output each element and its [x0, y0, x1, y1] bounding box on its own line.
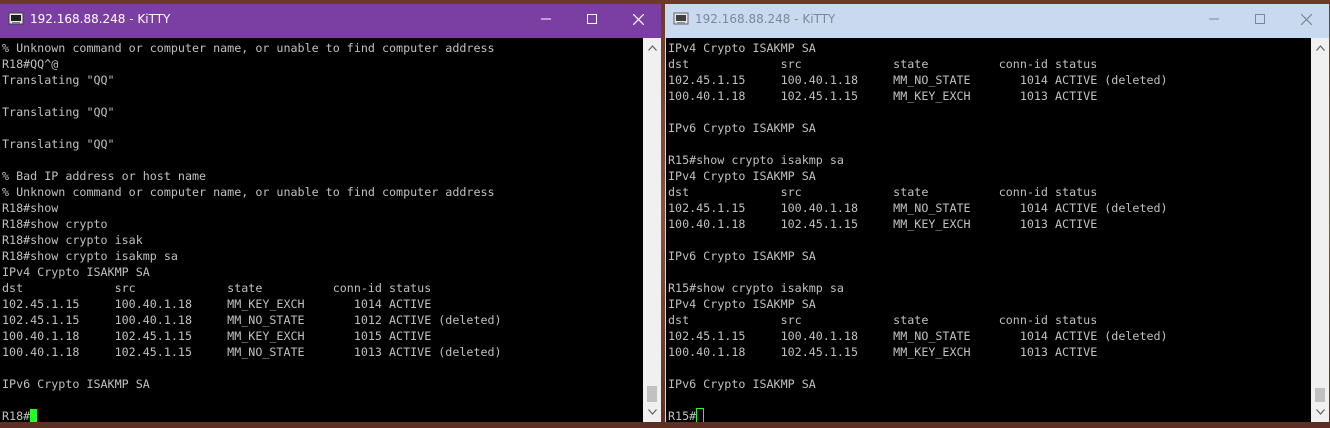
terminal-line: 102.45.1.15 100.40.1.18 MM_KEY_EXCH 1014… — [2, 297, 432, 311]
chevron-up-icon — [1315, 45, 1325, 51]
terminal-window-right[interactable]: 192.168.88.248 - KiTTY IPv4 Crypto ISAKM… — [665, 4, 1329, 422]
terminal-line: R18#show crypto isakmp sa — [2, 249, 178, 263]
terminal-output[interactable]: IPv4 Crypto ISAKMP SA dst src state conn… — [666, 38, 1311, 422]
close-icon — [1300, 13, 1312, 25]
maximize-button[interactable] — [1237, 4, 1283, 34]
terminal-line: dst src state conn-id status — [2, 281, 432, 295]
terminal-text: % Unknown command or computer name, or u… — [0, 38, 643, 422]
close-button[interactable] — [1283, 4, 1329, 34]
terminal-line: R18#show crypto isak — [2, 233, 143, 247]
terminal-line: 100.40.1.18 102.45.1.15 MM_NO_STATE 1013… — [2, 345, 502, 359]
terminal-line: dst src state conn-id status — [668, 185, 1098, 199]
terminal-line: IPv6 Crypto ISAKMP SA — [668, 121, 816, 135]
terminal-window-left[interactable]: 192.168.88.248 - KiTTY % Unknown command… — [0, 4, 661, 422]
terminal-line: IPv6 Crypto ISAKMP SA — [2, 377, 150, 391]
terminal-line: 100.40.1.18 102.45.1.15 MM_KEY_EXCH 1015… — [2, 329, 432, 343]
terminal-line: % Unknown command or computer name, or u… — [2, 185, 495, 199]
terminal-line: 100.40.1.18 102.45.1.15 MM_KEY_EXCH 1013… — [668, 217, 1098, 231]
maximize-icon — [587, 14, 597, 24]
minimize-icon — [1209, 18, 1219, 20]
terminal-text: IPv4 Crypto ISAKMP SA dst src state conn… — [666, 38, 1311, 422]
maximize-icon — [1255, 14, 1265, 24]
terminal-line: % Unknown command or computer name, or u… — [2, 41, 495, 55]
terminal-line: IPv4 Crypto ISAKMP SA — [668, 169, 816, 183]
terminal-line: 100.40.1.18 102.45.1.15 MM_KEY_EXCH 1013… — [668, 89, 1098, 103]
chevron-down-icon — [647, 409, 657, 415]
scroll-down-button[interactable] — [643, 404, 661, 420]
terminal-line: IPv4 Crypto ISAKMP SA — [2, 265, 150, 279]
terminal-line: dst src state conn-id status — [668, 313, 1098, 327]
terminal-line: IPv4 Crypto ISAKMP SA — [668, 297, 816, 311]
chevron-down-icon — [1315, 409, 1325, 415]
close-icon — [632, 13, 644, 25]
title-bar[interactable]: 192.168.88.248 - KiTTY — [0, 4, 661, 34]
vertical-scrollbar[interactable] — [643, 38, 661, 422]
text-cursor — [696, 408, 705, 422]
minimize-button[interactable] — [1191, 4, 1237, 34]
scroll-up-button[interactable] — [643, 40, 661, 56]
terminal-line: IPv6 Crypto ISAKMP SA — [668, 377, 816, 391]
terminal-line: R18#show — [2, 201, 59, 215]
terminal-output[interactable]: % Unknown command or computer name, or u… — [0, 38, 643, 422]
terminal-line: dst src state conn-id status — [668, 57, 1098, 71]
terminal-lines: % Unknown command or computer name, or u… — [2, 41, 502, 391]
scrollbar-thumb[interactable] — [647, 386, 657, 402]
scroll-down-button[interactable] — [1311, 404, 1329, 420]
minimize-icon — [541, 18, 551, 20]
text-cursor — [30, 409, 38, 422]
terminal-line: R15#show crypto isakmp sa — [668, 153, 844, 167]
terminal-line: IPv4 Crypto ISAKMP SA — [668, 41, 816, 55]
close-button[interactable] — [615, 4, 661, 34]
command-prompt: R18# — [2, 409, 31, 422]
kitty-terminal-icon[interactable] — [673, 11, 689, 26]
terminal-line: IPv6 Crypto ISAKMP SA — [668, 249, 816, 263]
terminal-line: 102.45.1.15 100.40.1.18 MM_NO_STATE 1014… — [668, 73, 1168, 87]
window-title: 192.168.88.248 - KiTTY — [30, 12, 171, 26]
terminal-line: Translating "QQ" — [2, 73, 115, 87]
terminal-line: 102.45.1.15 100.40.1.18 MM_NO_STATE 1014… — [668, 201, 1168, 215]
minimize-button[interactable] — [523, 4, 569, 34]
terminal-line: R15#show crypto isakmp sa — [668, 281, 844, 295]
vertical-scrollbar[interactable] — [1311, 38, 1329, 422]
title-bar[interactable]: 192.168.88.248 - KiTTY — [665, 4, 1329, 34]
chevron-up-icon — [647, 45, 657, 51]
terminal-line: 100.40.1.18 102.45.1.15 MM_KEY_EXCH 1013… — [668, 345, 1098, 359]
scroll-up-button[interactable] — [1311, 40, 1329, 56]
kitty-terminal-icon[interactable] — [8, 11, 24, 26]
terminal-lines: IPv4 Crypto ISAKMP SA dst src state conn… — [668, 41, 1168, 391]
terminal-line: 102.45.1.15 100.40.1.18 MM_NO_STATE 1014… — [668, 329, 1168, 343]
command-prompt: R15# — [668, 409, 697, 422]
terminal-line: Translating "QQ" — [2, 105, 115, 119]
terminal-line: 102.45.1.15 100.40.1.18 MM_NO_STATE 1012… — [2, 313, 502, 327]
terminal-line: R18#QQ^@ — [2, 57, 59, 71]
window-title: 192.168.88.248 - KiTTY — [695, 12, 836, 26]
terminal-line: % Bad IP address or host name — [2, 169, 207, 183]
terminal-line: R18#show crypto — [2, 217, 108, 231]
terminal-line: Translating "QQ" — [2, 137, 115, 151]
scrollbar-thumb[interactable] — [1315, 388, 1325, 402]
maximize-button[interactable] — [569, 4, 615, 34]
